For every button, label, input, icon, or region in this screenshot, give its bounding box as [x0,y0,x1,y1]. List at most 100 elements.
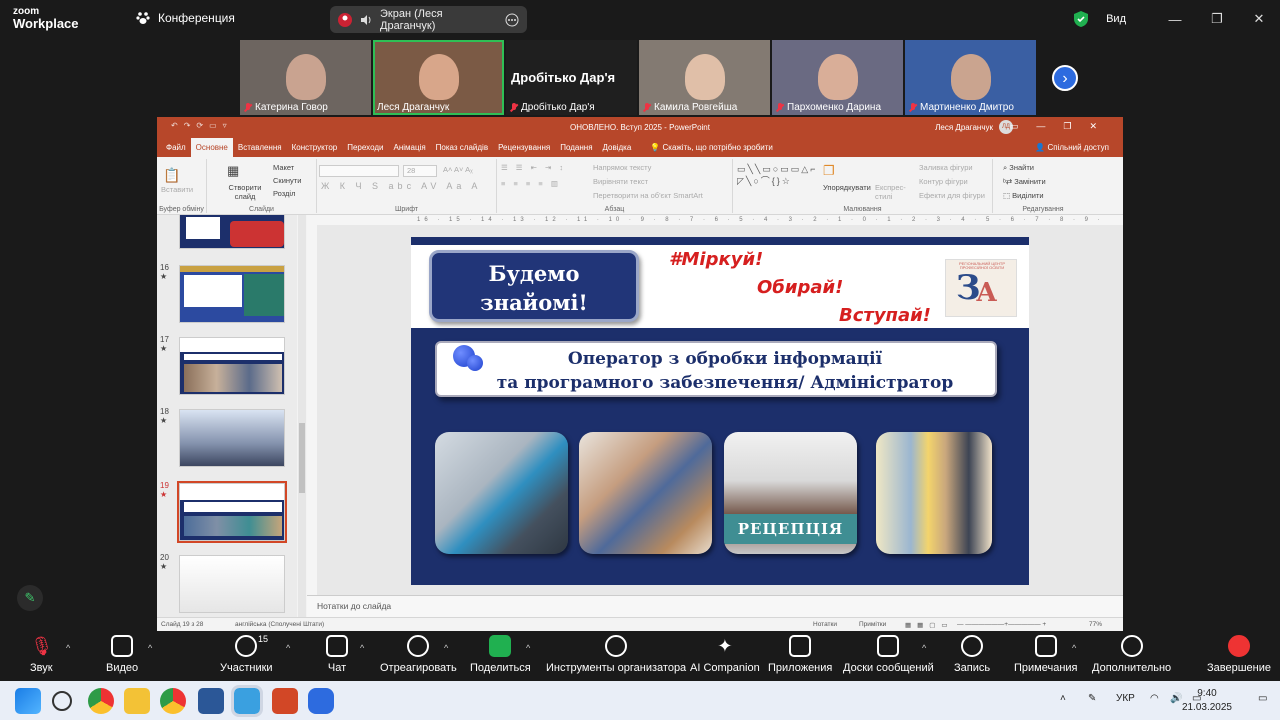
paste-button[interactable]: Вставити [161,185,193,194]
list-buttons[interactable]: ☰ ☰ ⇤ ⇥ ↕ [501,163,566,172]
video-button[interactable]: Видео [106,635,138,674]
font-size-combobox[interactable]: 28 [403,165,437,177]
layout-button[interactable]: Макет [273,163,294,172]
screen-share-pill[interactable]: Экран (Леся Драганчук) [330,6,527,33]
tab-design[interactable]: Конструктор [287,143,343,157]
minimize-button[interactable]: — [1154,12,1196,27]
network-icon[interactable]: ◠ [1150,693,1159,704]
audio-button[interactable]: 🎙 Звук [30,635,53,674]
tab-insert[interactable]: Вставлення [233,143,287,157]
more-options-icon[interactable] [505,13,519,27]
notes-pane[interactable]: Нотатки до слайда [307,595,1123,617]
shape-outline-button[interactable]: Контур фігури [919,177,968,186]
share-options-caret[interactable]: ^ [526,643,530,653]
chat-options-caret[interactable]: ^ [360,643,364,653]
slide-thumbnails-pane[interactable]: 16 ★ 17 ★ 18 ★ 19 ★ 20 ★ [157,215,297,617]
participant-tile[interactable]: Камила Ровгейша [639,40,770,115]
font-format-buttons[interactable]: Ж К Ч S abc AV Aa A [321,181,481,191]
participant-tile[interactable]: Пархоменко Дарина [772,40,903,115]
telegram-icon[interactable] [231,685,263,717]
react-button[interactable]: Отреагировать [380,635,457,674]
video-options-caret[interactable]: ^ [148,643,152,653]
pen-tray-icon[interactable]: ✎ [1088,693,1096,704]
notes-button[interactable]: Примечания [1014,635,1078,674]
search-icon[interactable] [52,691,72,711]
file-explorer-icon[interactable] [124,688,150,714]
quick-styles-button[interactable]: Експрес-стилі [875,183,909,201]
whiteboards-button[interactable]: Доски сообщений [843,635,934,674]
end-meeting-button[interactable]: Завершение [1207,635,1271,674]
shape-fill-button[interactable]: Заливка фігури [919,163,973,172]
tab-animations[interactable]: Анімація [388,143,430,157]
keyboard-language[interactable]: УКР [1116,693,1135,704]
close-button[interactable]: ✕ [1238,11,1280,27]
windows-start-icon[interactable] [15,688,41,714]
section-button[interactable]: Розділ [273,189,295,198]
tab-file[interactable]: Файл [161,143,191,157]
align-buttons[interactable]: ≡ ≡ ≡ ≡ ▥ [501,179,561,188]
ppt-window-controls[interactable]: ▭—❐✕ [1010,121,1115,132]
participants-options-caret[interactable]: ^ [286,643,290,653]
new-slide-button[interactable]: Створити слайд [227,183,263,201]
chat-button[interactable]: Чат [326,635,348,674]
language-indicator[interactable]: англійська (Сполучені Штати) [235,621,324,628]
record-button[interactable]: Запись [954,635,990,674]
tab-transitions[interactable]: Переходи [342,143,388,157]
audio-options-caret[interactable]: ^ [66,643,70,653]
text-direction-button[interactable]: Напрямок тексту [593,163,651,172]
ai-companion-button[interactable]: ✦ AI Companion [690,635,760,674]
zoom-level[interactable]: 77% [1089,621,1102,628]
slide-19[interactable]: Будемо знайомі! #Міркуй! Обирай! Вступай… [411,237,1029,585]
tell-me-search[interactable]: 💡 Скажіть, що потрібно зробити [636,143,778,157]
arrange-button[interactable]: Упорядкувати [823,183,871,192]
participant-tile-active-speaker[interactable]: Леся Драганчук [373,40,504,115]
slide-thumbnail-current[interactable] [177,481,287,543]
tab-home[interactable]: Основне [190,138,233,157]
react-options-caret[interactable]: ^ [444,643,448,653]
powerpoint-icon[interactable] [272,688,298,714]
participant-tile[interactable]: Дробітько Дар'я Дробітько Дар'я [506,40,637,115]
tab-help[interactable]: Довідка [598,143,637,157]
notes-toggle[interactable]: Нотатки [813,621,837,628]
share-screen-button[interactable]: Поделиться [470,635,531,674]
select-button[interactable]: ⬚ Виділити [1003,191,1044,200]
slide-thumbnail[interactable] [179,337,285,395]
more-button[interactable]: Дополнительно [1092,635,1171,674]
participant-tile[interactable]: Мартиненко Дмитро [905,40,1036,115]
view-button[interactable]: Вид [1106,13,1126,25]
tab-review[interactable]: Рецензування [493,143,555,157]
conference-button[interactable]: Конференция [136,11,235,25]
thumbnails-scrollbar[interactable] [298,215,306,617]
host-tools-button[interactable]: Инструменты организатора [546,635,686,674]
slide-thumbnail[interactable] [179,555,285,613]
smartart-button[interactable]: Перетворити на об'єкт SmartArt [593,191,703,200]
shape-effects-button[interactable]: Ефекти для фігури [919,191,985,200]
maximize-button[interactable]: ❐ [1196,11,1238,27]
font-name-combobox[interactable] [319,165,399,177]
annotate-pencil-button[interactable]: ✎ [17,585,43,611]
chrome-profile-icon[interactable] [160,688,186,714]
volume-icon[interactable]: 🔊 [1170,693,1182,704]
notifications-icon[interactable]: ▭ [1258,693,1267,704]
notes-options-caret[interactable]: ^ [1072,643,1076,653]
system-clock[interactable]: 9:40 21.03.2025 [1182,687,1232,715]
encryption-shield-icon[interactable] [1074,11,1089,27]
tab-slideshow[interactable]: Показ слайдів [431,143,493,157]
view-buttons[interactable]: ▦▦▢▭ [905,621,954,629]
next-participants-button[interactable]: › [1052,65,1078,91]
zoom-app-icon[interactable] [308,688,334,714]
chrome-icon[interactable] [88,688,114,714]
share-access-button[interactable]: 👤 Спільний доступ [1035,143,1109,152]
replace-button[interactable]: ᵇ⇄ Замінити [1003,177,1046,186]
font-grow-shrink-icon[interactable]: A˄ A˅ Aᵪ [443,165,473,174]
whiteboards-options-caret[interactable]: ^ [922,643,926,653]
participant-tile[interactable]: Катерина Говор [240,40,371,115]
slide-thumbnail[interactable] [179,265,285,323]
scrollbar-thumb[interactable] [299,423,305,493]
slide-thumbnail[interactable] [179,215,285,249]
comments-toggle[interactable]: Примітки [859,621,886,628]
reset-button[interactable]: Скинути [273,176,301,185]
align-text-button[interactable]: Вирівняти текст [593,177,648,186]
tray-expand-icon[interactable]: ˄ [1060,693,1066,704]
word-icon[interactable] [198,688,224,714]
